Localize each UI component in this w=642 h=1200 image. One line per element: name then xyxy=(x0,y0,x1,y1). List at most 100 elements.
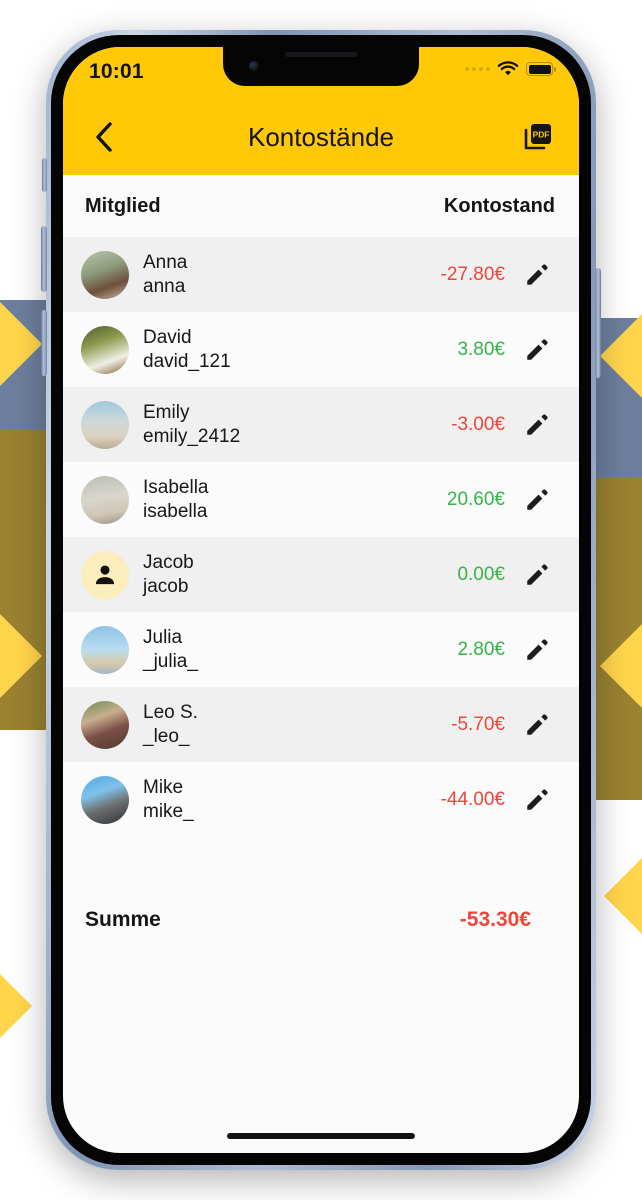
pdf-export-icon: PDF xyxy=(524,124,551,150)
member-balance-amount: -44.00€ xyxy=(440,788,505,810)
avatar xyxy=(81,400,129,449)
table-row[interactable]: Leo S. _leo_ -5.70€ xyxy=(63,687,579,762)
avatar xyxy=(81,250,129,299)
member-username: isabella xyxy=(143,500,208,522)
member-names: Emily emily_2412 xyxy=(143,401,240,447)
chevron-decoration xyxy=(0,288,42,400)
member-username: _leo_ xyxy=(143,725,190,747)
member-display-name: Isabella xyxy=(143,477,209,499)
member-display-name: David xyxy=(143,327,192,349)
edit-balance-button[interactable] xyxy=(517,705,557,745)
edit-balance-button[interactable] xyxy=(517,780,557,820)
edit-balance-button[interactable] xyxy=(517,480,557,520)
member-names: Isabella isabella xyxy=(143,476,209,522)
volume-down-button[interactable] xyxy=(41,310,47,376)
pencil-edit-icon xyxy=(527,713,548,735)
pencil-edit-icon xyxy=(527,788,548,810)
table-row[interactable]: Mike mike_ -44.00€ xyxy=(63,762,579,837)
navigation-bar: Kontostände PDF xyxy=(63,99,579,175)
member-names: Leo S. _leo_ xyxy=(143,701,198,747)
chevron-decoration xyxy=(0,950,32,1062)
member-balance-amount: 20.60€ xyxy=(446,488,505,510)
svg-text:PDF: PDF xyxy=(533,130,550,140)
summary-label: Summe xyxy=(85,908,161,931)
table-row[interactable]: Emily emily_2412 -3.00€ xyxy=(63,387,579,462)
member-balance-amount: 3.80€ xyxy=(457,338,505,360)
edit-balance-button[interactable] xyxy=(517,405,557,445)
table-row[interactable]: Isabella isabella 20.60€ xyxy=(63,462,579,537)
phone-screen: 10:01 Kontostände PDF Mitglied Kontostan… xyxy=(63,47,579,1153)
summary-row: Summe -53.30€ xyxy=(63,883,579,957)
back-button[interactable] xyxy=(87,120,121,154)
avatar xyxy=(81,700,129,749)
column-header-member: Mitglied xyxy=(85,194,161,217)
display-notch xyxy=(223,47,419,86)
column-header-balance: Kontostand xyxy=(443,194,555,217)
pencil-edit-icon xyxy=(527,488,548,510)
avatar xyxy=(81,625,129,674)
member-balance-list: Anna anna -27.80€ David david_121 3.80€ Emily e… xyxy=(63,237,579,837)
pencil-edit-icon xyxy=(527,563,548,585)
front-camera-icon xyxy=(249,61,259,71)
edit-balance-button[interactable] xyxy=(517,630,557,670)
signal-dots-icon xyxy=(465,67,490,71)
table-row[interactable]: Anna anna -27.80€ xyxy=(63,237,579,312)
member-display-name: Jacob xyxy=(143,552,194,574)
table-row[interactable]: Jacob jacob 0.00€ xyxy=(63,537,579,612)
member-display-name: Leo S. xyxy=(143,702,198,724)
status-bar-clock: 10:01 xyxy=(89,60,144,83)
table-row[interactable]: David david_121 3.80€ xyxy=(63,312,579,387)
member-username: mike_ xyxy=(143,800,194,822)
member-balance-amount: -5.70€ xyxy=(451,713,505,735)
pencil-edit-icon xyxy=(527,338,548,360)
edit-balance-button[interactable] xyxy=(517,330,557,370)
power-button[interactable] xyxy=(595,268,601,378)
member-username: david_121 xyxy=(143,350,231,372)
member-names: David david_121 xyxy=(143,326,231,372)
volume-up-button[interactable] xyxy=(41,226,47,292)
member-username: anna xyxy=(143,275,186,297)
pencil-edit-icon xyxy=(527,263,548,285)
member-display-name: Mike xyxy=(143,777,184,799)
member-username: emily_2412 xyxy=(143,425,241,447)
wifi-icon xyxy=(497,61,519,76)
member-username: jacob xyxy=(143,575,189,597)
avatar xyxy=(81,775,129,824)
status-bar-indicators xyxy=(465,59,556,77)
member-balance-amount: -27.80€ xyxy=(440,263,505,285)
member-balance-amount: 0.00€ xyxy=(457,563,505,585)
avatar xyxy=(81,325,129,374)
chevron-left-icon xyxy=(96,122,112,152)
member-display-name: Emily xyxy=(143,402,190,424)
pencil-edit-icon xyxy=(527,413,548,435)
edit-balance-button[interactable] xyxy=(517,555,557,595)
pencil-edit-icon xyxy=(527,638,548,660)
chevron-decoration xyxy=(0,600,42,712)
phone-bezel: 10:01 Kontostände PDF Mitglied Kontostan… xyxy=(51,35,591,1165)
member-username: _julia_ xyxy=(143,650,198,672)
member-balance-amount: 2.80€ xyxy=(457,638,505,660)
member-display-name: Anna xyxy=(143,252,188,274)
avatar xyxy=(81,475,129,524)
person-placeholder-icon xyxy=(95,564,115,584)
member-names: Anna anna xyxy=(143,251,187,297)
phone-frame: 10:01 Kontostände PDF Mitglied Kontostan… xyxy=(41,30,601,1170)
member-names: Mike mike_ xyxy=(143,776,194,822)
chevron-decoration xyxy=(604,840,642,952)
member-names: Julia _julia_ xyxy=(143,626,198,672)
avatar xyxy=(81,550,129,599)
chevron-decoration xyxy=(600,300,642,412)
earpiece-speaker xyxy=(285,52,357,57)
silent-switch[interactable] xyxy=(42,158,47,192)
battery-icon xyxy=(526,62,556,76)
home-indicator[interactable] xyxy=(227,1133,415,1139)
chevron-decoration xyxy=(600,610,642,722)
table-header-row: Mitglied Kontostand xyxy=(63,175,579,237)
pdf-export-button[interactable]: PDF xyxy=(521,120,555,154)
summary-value: -53.30€ xyxy=(459,908,531,931)
member-display-name: Julia xyxy=(143,627,183,649)
page-title: Kontostände xyxy=(247,121,394,152)
member-names: Jacob jacob xyxy=(143,551,194,597)
edit-balance-button[interactable] xyxy=(517,255,557,295)
table-row[interactable]: Julia _julia_ 2.80€ xyxy=(63,612,579,687)
